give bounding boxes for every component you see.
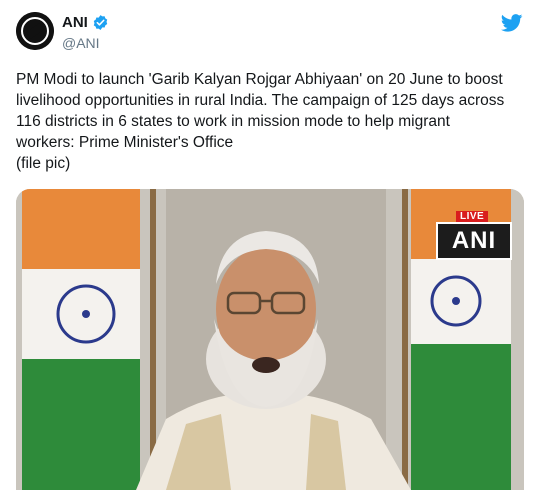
ani-avatar-logo: [16, 12, 54, 50]
author-name-row: ANI: [62, 14, 109, 31]
tweet-text-line: livelihood opportunities in rural India.…: [16, 92, 505, 109]
tweet-text-line: PM Modi to launch 'Garib Kalyan Rojgar A…: [16, 71, 503, 88]
author-handle[interactable]: @ANI: [62, 35, 100, 51]
tweet-text-line: workers: Prime Minister's Office: [16, 134, 234, 151]
tweet-media-image[interactable]: LIVE ANI: [16, 189, 524, 490]
tweet-card[interactable]: ANI @ANI PM Modi to launch 'Garib Kalyan…: [0, 0, 539, 490]
verified-badge-icon: [92, 14, 109, 31]
tweet-text: PM Modi to launch 'Garib Kalyan Rojgar A…: [16, 69, 526, 174]
ani-channel-logo: ANI: [436, 222, 512, 260]
left-flag: [22, 189, 140, 490]
tweet-text-line: 116 districts in 6 states to work in mis…: [16, 113, 450, 130]
twitter-bird-icon[interactable]: [501, 14, 523, 32]
tweet-text-line: (file pic): [16, 155, 71, 172]
avatar[interactable]: [16, 12, 54, 50]
author-display-name[interactable]: ANI: [62, 14, 88, 31]
